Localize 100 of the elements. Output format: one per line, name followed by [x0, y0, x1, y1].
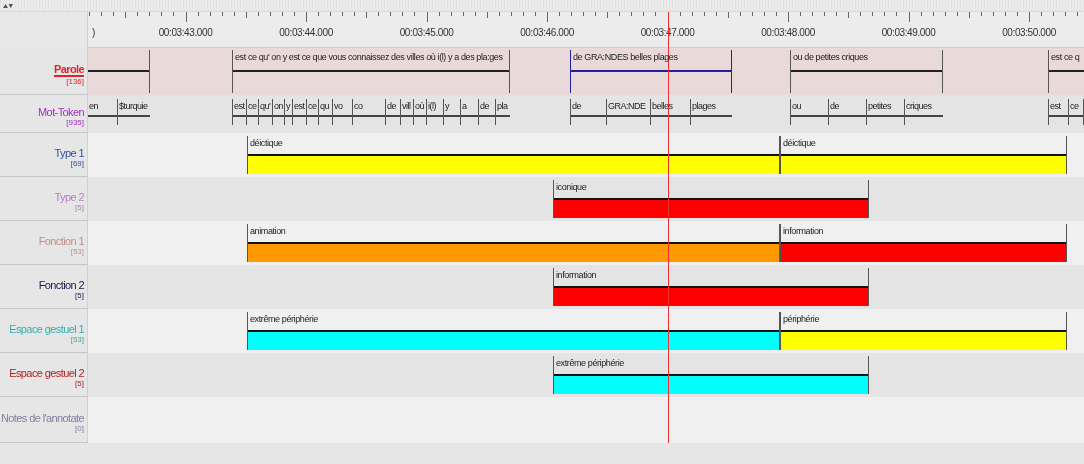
token-segment[interactable]: pla [495, 99, 510, 125]
annotation-text: iconique [556, 181, 587, 193]
annotation-segment[interactable]: est ce q [1048, 50, 1084, 93]
token-segment[interactable]: ce [1068, 99, 1084, 125]
token-segment[interactable]: vo [332, 99, 352, 125]
tier-name[interactable]: Mot-Token [38, 106, 84, 118]
token-segment[interactable]: de [570, 99, 606, 125]
annotation-text: extrême périphérie [556, 357, 624, 369]
token-segment[interactable]: ce [306, 99, 318, 125]
annotation-text: information [783, 225, 824, 237]
token-segment[interactable]: ou [790, 99, 828, 125]
annotation-text: est ce qu' on y est ce que vous connaissez des villes où i(l) y a des pla:ges [235, 51, 503, 63]
annotation-text: plages [692, 100, 716, 112]
token-segment[interactable]: ce [246, 99, 258, 125]
annotation-text: y [286, 100, 290, 112]
annotation-text: de [572, 100, 581, 112]
time-label: 00:03:50.000 [1002, 27, 1056, 38]
annotation-count: [136] [66, 76, 84, 86]
annotation-text: co [354, 100, 363, 112]
annotation-text: déictique [250, 137, 283, 149]
time-label: 00:03:43.000 [158, 27, 213, 38]
tier-track[interactable]: animation information [88, 221, 1084, 265]
tier-name[interactable]: Fonction 2 [38, 279, 84, 291]
token-segment[interactable]: qu [318, 99, 332, 125]
token-segment[interactable]: y [284, 99, 292, 125]
token-segment[interactable]: est [232, 99, 246, 125]
token-segment[interactable]: a [460, 99, 478, 125]
tier-name[interactable]: Parole [53, 62, 84, 77]
annotation-text: est [294, 100, 305, 112]
annotation-text: i(l) [428, 100, 436, 112]
annotation-text: est [1050, 100, 1061, 112]
annotation-segment[interactable]: est ce qu' on y est ce que vous connaissez des villes où i(l) y a des pla:ges [232, 50, 510, 93]
annotation-text: de [830, 100, 839, 112]
annotation-text: est [234, 100, 245, 112]
annotation-text: pla [497, 100, 508, 112]
token-segment[interactable]: GRA:NDE [606, 99, 650, 125]
tier-name[interactable]: Espace gestuel 2 [9, 367, 84, 379]
token-segment[interactable]: on [272, 99, 284, 125]
annotation-text: GRA:NDE [608, 100, 646, 112]
token-segment[interactable]: de [478, 99, 495, 125]
token-segment[interactable]: de [828, 99, 866, 125]
annotation-text: ce [248, 100, 257, 112]
annotation-segment[interactable]: déictique [247, 136, 780, 174]
annotation-segment[interactable]: animation [247, 224, 780, 262]
annotation-segment[interactable]: périphérie [780, 312, 1067, 350]
annotation-text: information [556, 269, 597, 281]
annotation-text: y [445, 100, 449, 112]
annotation-segment[interactable]: ou de petites criques [790, 50, 943, 93]
annotation-text: en [89, 100, 98, 112]
annotation-text: de [480, 100, 489, 112]
annotation-text: a [462, 100, 467, 112]
tier-name[interactable]: Type 1 [54, 147, 84, 159]
annotation-segment[interactable]: extrême périphérie [553, 356, 869, 394]
annotation-text: de [387, 100, 396, 112]
annotation-segment[interactable]: iconique [553, 180, 869, 218]
time-label: ) [92, 27, 95, 38]
annotation-count: [53] [70, 247, 84, 256]
annotation-segment[interactable]: extrême périphérie [247, 312, 780, 350]
time-label: 00:03:46.000 [520, 27, 574, 38]
annotation-segment[interactable]: information [780, 224, 1067, 262]
annotation-count: [5] [75, 291, 84, 300]
annotation-text: vo [334, 100, 343, 112]
token-segment[interactable]: de [385, 99, 400, 125]
tier-track[interactable]: déictique déictique [88, 133, 1084, 177]
annotation-text: ou [792, 100, 801, 112]
annotation-text: criques [906, 100, 932, 112]
time-label: 00:03:45.000 [399, 27, 454, 38]
annotation-segment[interactable]: information [553, 268, 869, 306]
token-segment[interactable]: est [292, 99, 306, 125]
annotation-text: $turquie [119, 100, 148, 112]
annotation-text: qu [320, 100, 329, 112]
annotation-text: qu' [260, 100, 271, 112]
token-segment[interactable]: co [352, 99, 385, 125]
token-segment[interactable]: en [88, 99, 117, 125]
token-segment[interactable]: $turquie [117, 99, 150, 125]
token-segment[interactable]: est [1048, 99, 1068, 125]
annotation-text: ou de petites criques [793, 51, 868, 63]
token-segment[interactable]: petites [866, 99, 904, 125]
annotation-text: déictique [783, 137, 816, 149]
annotation-text: extrême périphérie [250, 313, 318, 325]
annotation-count: [5] [75, 203, 84, 212]
token-segment[interactable]: criques [904, 99, 943, 125]
token-segment[interactable]: vill [400, 99, 413, 125]
annotation-segment[interactable]: déictique [780, 136, 1067, 174]
token-segment[interactable]: qu' [258, 99, 272, 125]
annotation-text: ce [1070, 100, 1079, 112]
token-segment[interactable]: plages [690, 99, 732, 125]
annotation-text: où [415, 100, 424, 112]
tier-track[interactable]: extrême périphérie périphérie [88, 309, 1084, 353]
token-segment[interactable]: i(l) [426, 99, 443, 125]
annotation-text: animation [250, 225, 286, 237]
annotation-text: petites [868, 100, 892, 112]
annotation-segment[interactable] [88, 50, 150, 93]
token-segment[interactable]: y [443, 99, 460, 125]
annotation-count: [53] [70, 335, 84, 344]
annotation-text: ce [308, 100, 317, 112]
sort-arrows-icon[interactable] [3, 2, 13, 9]
token-segment[interactable]: où [413, 99, 426, 125]
annotation-count: [935] [66, 118, 84, 127]
annotation-text: vill [402, 100, 411, 112]
